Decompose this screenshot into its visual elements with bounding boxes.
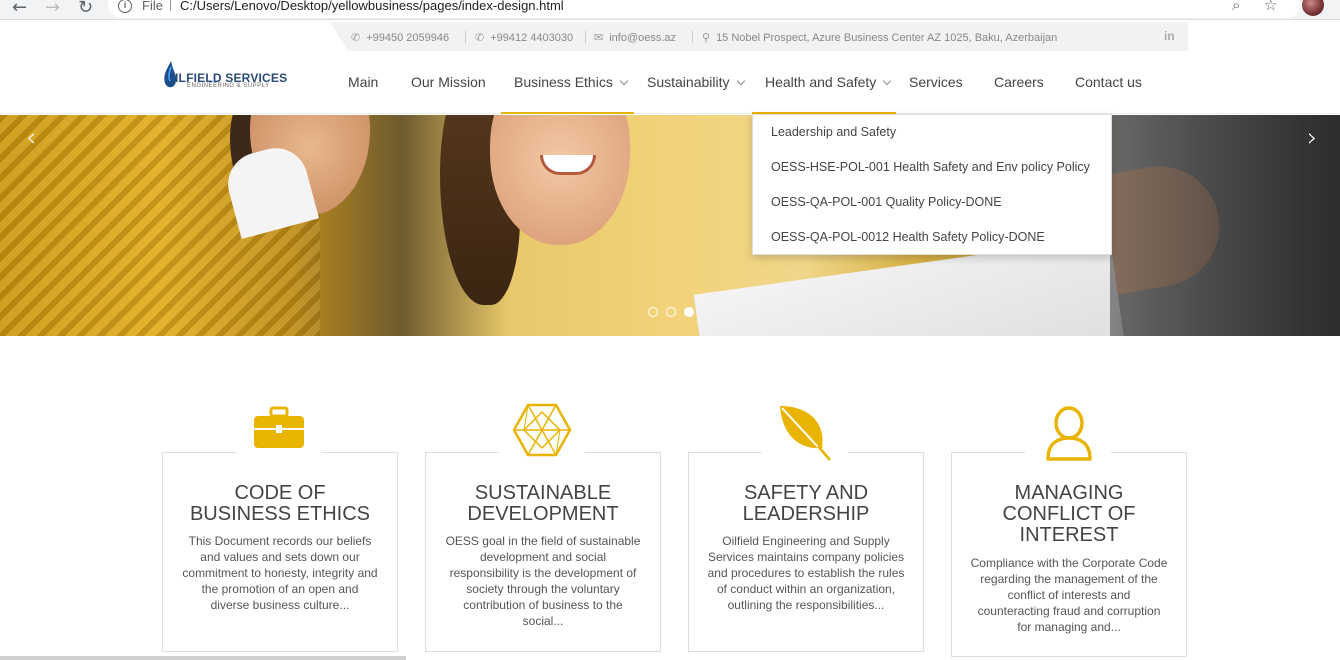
nav-our-mission[interactable]: Our Mission bbox=[411, 74, 486, 90]
card-managing-conflict-of-interest[interactable]: MANAGING CONFLICT OF INTEREST Compliance… bbox=[951, 452, 1187, 657]
card-sustainable-development[interactable]: SUSTAINABLE DEVELOPMENT OESS goal in the… bbox=[425, 452, 661, 652]
nav-business-ethics[interactable]: Business Ethics bbox=[514, 74, 629, 90]
main-header: ILFIELD SERVICES ENGINEERING & SUPPLY Ma… bbox=[0, 51, 1340, 114]
card-description: Oilfield Engineering and Supply Services… bbox=[707, 534, 905, 612]
chevron-down-icon bbox=[883, 76, 892, 86]
address-bar[interactable]: i File C:/Users/Lenovo/Desktop/yellowbus… bbox=[108, 0, 1300, 18]
company-logo[interactable]: ILFIELD SERVICES ENGINEERING & SUPPLY bbox=[163, 57, 288, 97]
browser-toolbar: ← → ↻ i File C:/Users/Lenovo/Desktop/yel… bbox=[0, 0, 1340, 20]
nav-main[interactable]: Main bbox=[348, 74, 378, 90]
health-and-safety-dropdown: Leadership and Safety OESS-HSE-POL-001 H… bbox=[752, 114, 1112, 255]
phone-2[interactable]: ✆ +99412 4403030 bbox=[475, 31, 573, 44]
reload-icon[interactable]: ↻ bbox=[78, 0, 93, 18]
back-icon[interactable]: ← bbox=[12, 0, 27, 18]
forward-icon[interactable]: → bbox=[45, 0, 60, 18]
active-nav-underline bbox=[501, 112, 634, 114]
slider-next-icon[interactable]: › bbox=[1307, 123, 1317, 153]
slider-prev-icon[interactable]: ‹ bbox=[26, 123, 36, 153]
dropdown-item-health-safety-policy[interactable]: OESS-QA-POL-0012 Health Safety Policy-DO… bbox=[771, 230, 1045, 244]
card-description: This Document records our beliefs and va… bbox=[182, 534, 378, 612]
card-title: MANAGING CONFLICT OF INTEREST bbox=[1002, 482, 1136, 546]
nav-health-and-safety[interactable]: Health and Safety bbox=[765, 74, 892, 90]
card-title: CODE OF BUSINESS ETHICS bbox=[189, 482, 371, 525]
map-pin-icon: ⚲ bbox=[702, 31, 711, 44]
profile-avatar[interactable] bbox=[1302, 0, 1324, 16]
bookmark-star-icon[interactable]: ☆ bbox=[1264, 0, 1277, 14]
slider-dot-2[interactable] bbox=[666, 307, 676, 317]
logo-subtitle: ENGINEERING & SUPPLY bbox=[187, 83, 270, 89]
phone-icon: ✆ bbox=[351, 31, 361, 44]
leaf-icon bbox=[780, 406, 831, 461]
chevron-down-icon bbox=[619, 76, 629, 86]
info-icon[interactable]: i bbox=[118, 0, 132, 13]
url-text[interactable]: C:/Users/Lenovo/Desktop/yellowbusiness/p… bbox=[180, 0, 564, 13]
geodesic-icon bbox=[512, 403, 572, 457]
phone-1[interactable]: ✆ +99450 2059946 bbox=[351, 31, 449, 44]
dropdown-item-hse-policy[interactable]: OESS-HSE-POL-001 Health Safety and Env p… bbox=[771, 160, 1090, 174]
file-label: File bbox=[142, 0, 163, 13]
slider-dot-1[interactable] bbox=[648, 307, 658, 317]
email-link[interactable]: ✉ info@oess.az bbox=[594, 31, 676, 44]
card-title: SUSTAINABLE DEVELOPMENT bbox=[467, 482, 619, 525]
envelope-icon: ✉ bbox=[594, 31, 604, 44]
address-text: ⚲ 15 Nobel Prospect, Azure Business Cente… bbox=[702, 31, 1058, 44]
contact-info-bar: ✆ +99450 2059946 ✆ +99412 4403030 ✉ info@oe… bbox=[0, 22, 1340, 51]
omnibox-divider bbox=[170, 0, 171, 11]
nav-careers[interactable]: Careers bbox=[994, 74, 1044, 90]
hero-slider: ‹ › bbox=[0, 115, 1340, 336]
nav-sustainability[interactable]: Sustainability bbox=[647, 74, 745, 90]
dropdown-item-quality-policy[interactable]: OESS-QA-POL-001 Quality Policy-DONE bbox=[771, 195, 1002, 209]
nav-services[interactable]: Services bbox=[909, 74, 963, 90]
card-title: SAFETY AND LEADERSHIP bbox=[742, 482, 870, 525]
card-safety-and-leadership[interactable]: SAFETY AND LEADERSHIP Oilfield Engineeri… bbox=[688, 452, 924, 652]
slider-dots bbox=[648, 304, 702, 322]
user-icon bbox=[1046, 406, 1092, 461]
card-code-of-business-ethics[interactable]: CODE OF BUSINESS ETHICS This Document re… bbox=[162, 452, 398, 652]
card-description: OESS goal in the field of sustainable de… bbox=[445, 534, 641, 628]
slider-dot-3[interactable] bbox=[684, 307, 694, 317]
horizontal-scrollbar[interactable] bbox=[0, 656, 406, 660]
linkedin-icon[interactable]: in bbox=[1164, 29, 1175, 43]
card-description: Compliance with the Corporate Code regar… bbox=[970, 556, 1168, 634]
chevron-down-icon bbox=[736, 76, 745, 86]
briefcase-icon bbox=[254, 406, 304, 448]
dropdown-item-leadership-safety[interactable]: Leadership and Safety bbox=[771, 125, 896, 139]
phone-icon: ✆ bbox=[475, 31, 485, 44]
zoom-icon[interactable]: ⌕ bbox=[1232, 0, 1240, 14]
nav-contact-us[interactable]: Contact us bbox=[1075, 74, 1142, 90]
